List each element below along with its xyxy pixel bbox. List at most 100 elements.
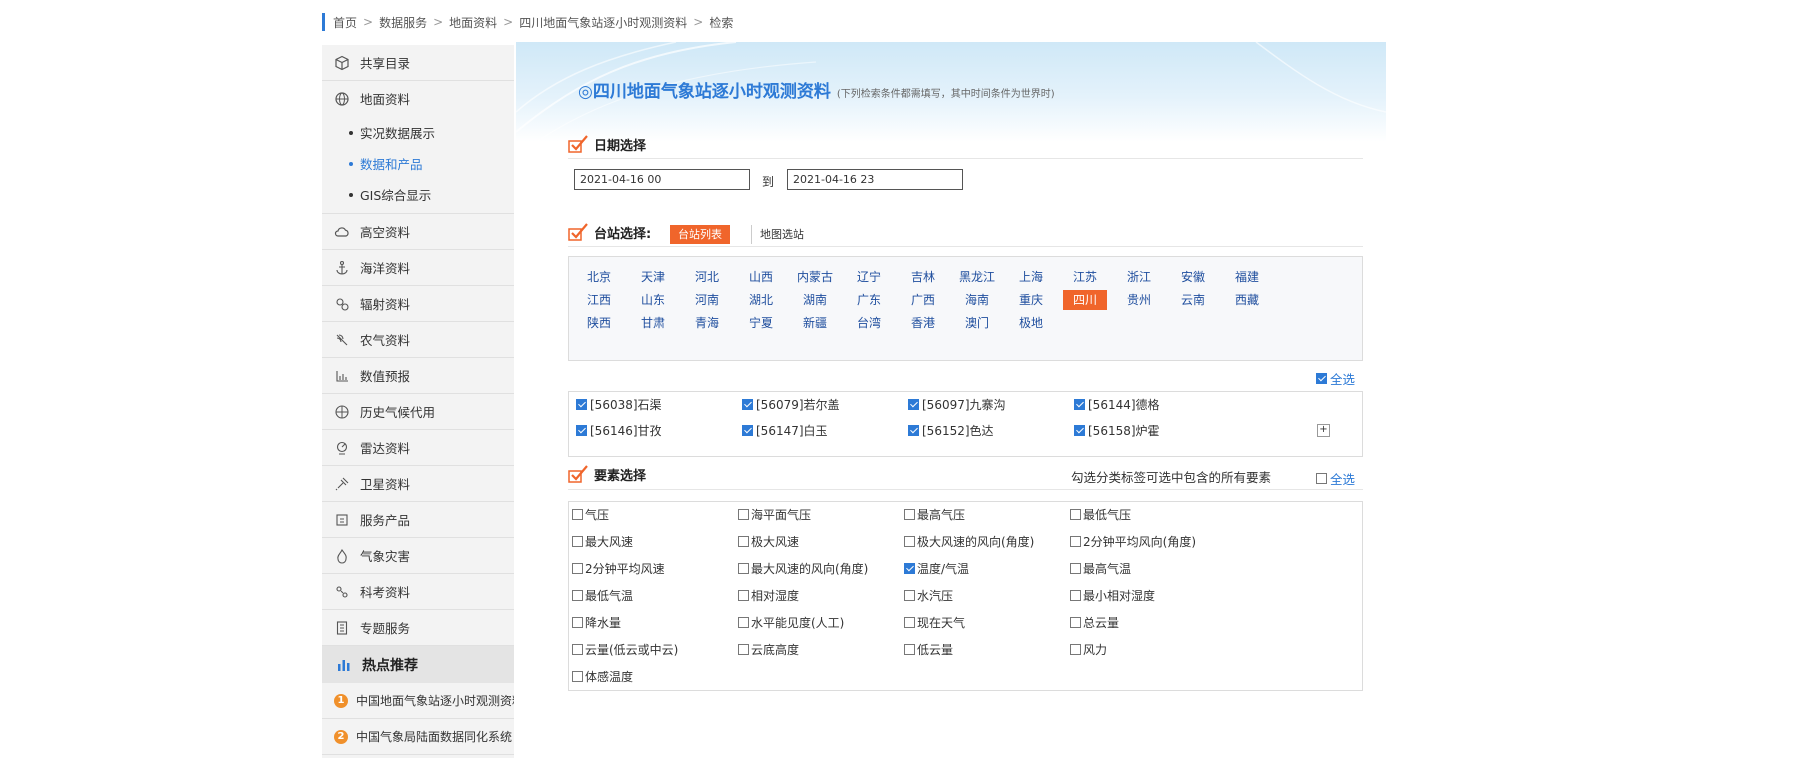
province-0-11[interactable]: 安徽 [1171,267,1215,287]
province-0-10[interactable]: 浙江 [1117,267,1161,287]
sidebar-item-nwp[interactable]: 数值预报 [322,358,514,394]
element-checkbox[interactable] [738,563,749,574]
element-checkbox[interactable] [572,509,583,520]
sidebar-item-radiation[interactable]: 辐射资料 [322,286,514,322]
station-checkbox[interactable] [1074,425,1085,436]
select-all-elements[interactable]: 全选 [1316,469,1355,488]
province-0-8[interactable]: 上海 [1009,267,1053,287]
select-all-checkbox[interactable] [1316,473,1327,484]
sidebar-subitem-data-products[interactable]: 数据和产品 [322,148,514,179]
breadcrumb-surface-data[interactable]: 地面资料 [449,14,497,31]
station-item[interactable]: [56158]炉霍 [1074,422,1160,439]
sidebar-item-upper-air[interactable]: 高空资料 [322,214,514,250]
element-item[interactable]: 相对湿度 [738,587,799,604]
province-1-7[interactable]: 海南 [955,290,999,310]
station-checkbox[interactable] [742,425,753,436]
element-item[interactable]: 总云量 [1070,614,1119,631]
element-checkbox[interactable] [1070,509,1081,520]
sidebar-item-service-products[interactable]: 服务产品 [322,502,514,538]
hot-item[interactable]: 2 中国气象局陆面数据同化系统 [322,719,514,755]
station-item[interactable]: [56147]白玉 [742,422,828,439]
element-checkbox[interactable] [1070,563,1081,574]
province-0-3[interactable]: 山西 [739,267,783,287]
province-1-12[interactable]: 西藏 [1225,290,1269,310]
expand-button[interactable]: + [1317,424,1330,437]
station-checkbox[interactable] [576,399,587,410]
sidebar-item-research[interactable]: 科考资料 [322,574,514,610]
element-item[interactable]: 2分钟平均风向(角度) [1070,533,1196,550]
province-2-6[interactable]: 香港 [901,313,945,333]
province-0-12[interactable]: 福建 [1225,267,1269,287]
province-1-5[interactable]: 广东 [847,290,891,310]
element-item[interactable]: 海平面气压 [738,506,811,523]
element-checkbox[interactable] [572,617,583,628]
sidebar-item-ocean[interactable]: 海洋资料 [322,250,514,286]
province-0-0[interactable]: 北京 [577,267,621,287]
element-item[interactable]: 极大风速的风向(角度) [904,533,1034,550]
select-all-stations[interactable]: 全选 [1316,369,1355,388]
sidebar-item-shared-catalog[interactable]: 共享目录 [322,45,514,81]
element-checkbox[interactable] [904,644,915,655]
element-checkbox[interactable] [572,590,583,601]
element-checkbox[interactable] [904,563,915,574]
breadcrumb-home[interactable]: 首页 [333,14,357,31]
province-1-10[interactable]: 贵州 [1117,290,1161,310]
element-item[interactable]: 降水量 [572,614,621,631]
station-item[interactable]: [56146]甘孜 [576,422,662,439]
element-checkbox[interactable] [738,536,749,547]
element-checkbox[interactable] [1070,536,1081,547]
element-item[interactable]: 2分钟平均风速 [572,560,665,577]
element-item[interactable]: 最大风速的风向(角度) [738,560,868,577]
province-1-6[interactable]: 广西 [901,290,945,310]
sidebar-item-surface-data[interactable]: 地面资料 [322,81,514,116]
element-item[interactable]: 云底高度 [738,641,799,658]
element-checkbox[interactable] [1070,617,1081,628]
breadcrumb-dataset[interactable]: 四川地面气象站逐小时观测资料 [519,14,687,31]
province-0-9[interactable]: 江苏 [1063,267,1107,287]
province-0-2[interactable]: 河北 [685,267,729,287]
element-checkbox[interactable] [572,536,583,547]
station-item[interactable]: [56097]九寨沟 [908,396,1006,413]
element-checkbox[interactable] [1070,590,1081,601]
province-2-4[interactable]: 新疆 [793,313,837,333]
sidebar-subitem-gis[interactable]: GIS综合显示 [322,179,514,210]
province-1-8[interactable]: 重庆 [1009,290,1053,310]
sidebar-item-special[interactable]: 专题服务 [322,610,514,646]
element-item[interactable]: 水汽压 [904,587,953,604]
element-checkbox[interactable] [572,563,583,574]
element-item[interactable]: 最低气温 [572,587,633,604]
breadcrumb-data-service[interactable]: 数据服务 [379,14,427,31]
province-2-8[interactable]: 极地 [1009,313,1053,333]
station-item[interactable]: [56038]石渠 [576,396,662,413]
province-1-0[interactable]: 江西 [577,290,621,310]
element-item[interactable]: 云量(低云或中云) [572,641,678,658]
element-checkbox[interactable] [572,644,583,655]
station-item[interactable]: [56079]若尔盖 [742,396,840,413]
sidebar-item-disaster[interactable]: 气象灾害 [322,538,514,574]
station-checkbox[interactable] [908,399,919,410]
province-0-7[interactable]: 黑龙江 [955,267,999,287]
select-all-checkbox[interactable] [1316,373,1327,384]
element-item[interactable]: 极大风速 [738,533,799,550]
element-checkbox[interactable] [1070,644,1081,655]
element-checkbox[interactable] [904,509,915,520]
station-item[interactable]: [56152]色达 [908,422,994,439]
element-item[interactable]: 气压 [572,506,609,523]
sidebar-subitem-live-display[interactable]: 实况数据展示 [322,117,514,148]
province-1-11[interactable]: 云南 [1171,290,1215,310]
tab-map-select[interactable]: 地图选站 [751,225,804,244]
province-2-1[interactable]: 甘肃 [631,313,675,333]
end-date-input[interactable] [787,169,963,190]
station-checkbox[interactable] [742,399,753,410]
element-checkbox[interactable] [738,617,749,628]
sidebar-item-satellite[interactable]: 卫星资料 [322,466,514,502]
province-1-1[interactable]: 山东 [631,290,675,310]
sidebar-item-paleo[interactable]: 历史气候代用 [322,394,514,430]
province-0-4[interactable]: 内蒙古 [793,267,837,287]
province-1-3[interactable]: 湖北 [739,290,783,310]
hot-item[interactable]: 1 中国地面气象站逐小时观测资料 [322,683,514,719]
station-checkbox[interactable] [1074,399,1085,410]
element-checkbox[interactable] [738,590,749,601]
province-1-9[interactable]: 四川 [1063,290,1107,310]
element-checkbox[interactable] [572,671,583,682]
